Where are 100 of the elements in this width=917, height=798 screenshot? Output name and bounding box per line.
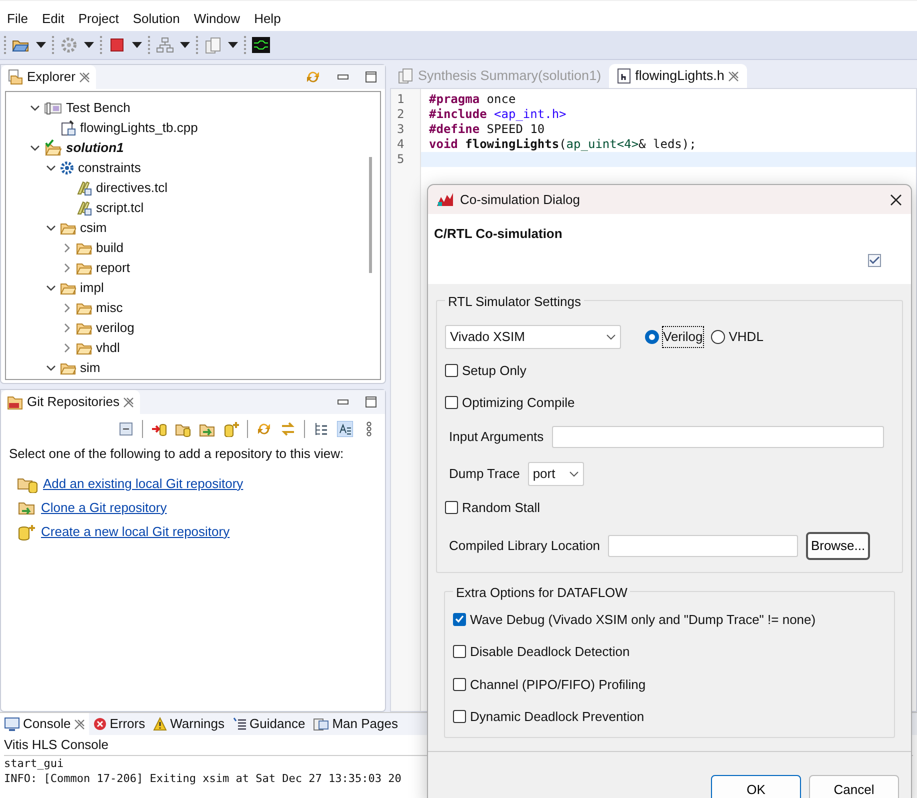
chevron-down-icon[interactable]	[46, 284, 56, 292]
script-file-icon	[76, 200, 92, 216]
tree-item[interactable]: script.tcl	[96, 198, 144, 218]
checkbox[interactable]	[453, 710, 466, 724]
ok-button[interactable]: OK	[711, 774, 801, 798]
menu-item[interactable]: Edit	[42, 11, 64, 26]
text-field[interactable]	[552, 426, 884, 448]
chevron-down-icon[interactable]	[46, 164, 56, 172]
tree-item[interactable]: flowingLights_tb.cpp	[80, 118, 198, 138]
chevron-down-icon[interactable]	[30, 104, 40, 112]
code-file-icon	[60, 120, 76, 136]
chevron-right-icon[interactable]	[62, 323, 70, 333]
tree-item[interactable]: sim	[80, 358, 100, 378]
tree-item[interactable]: vhdl	[96, 338, 120, 358]
line-number: 4	[397, 137, 406, 152]
tree-item[interactable]: report	[96, 258, 130, 278]
chevron-right-icon[interactable]	[62, 303, 70, 313]
menu-item[interactable]: Project	[78, 11, 119, 26]
tree-item[interactable]: csim	[80, 218, 107, 238]
folder-check-icon	[44, 139, 62, 157]
stop-icon[interactable]	[108, 36, 126, 54]
checkbox[interactable]	[445, 396, 458, 409]
checkbox-label: Disable Deadlock Detection	[470, 643, 630, 661]
menu-item[interactable]: Solution	[132, 11, 180, 26]
waveform-icon[interactable]	[252, 37, 270, 53]
checkbox[interactable]	[445, 364, 458, 378]
console-tab[interactable]: Warnings	[149, 713, 229, 735]
maximize-icon[interactable]	[365, 396, 377, 408]
menu-item[interactable]: File	[7, 11, 28, 26]
caret-icon[interactable]	[228, 42, 238, 48]
tree-view-icon[interactable]	[313, 421, 329, 437]
script-file-icon	[76, 180, 92, 196]
tree-item[interactable]: solution1	[66, 138, 124, 158]
checkbox[interactable]	[453, 645, 466, 658]
scrollbar-thumb[interactable]	[369, 157, 372, 273]
tree-item[interactable]: build	[96, 238, 124, 258]
dump-trace-dropdown[interactable]: port	[528, 462, 584, 486]
sync-icon[interactable]	[305, 69, 321, 85]
menu-item[interactable]: Help	[254, 11, 281, 26]
console-line: INFO: [Common 17-206] Exiting xsim at Sat Dec 27 13:35:03 20	[4, 772, 402, 784]
chevron-right-icon[interactable]	[62, 243, 70, 253]
chevron-down-icon[interactable]	[30, 144, 40, 152]
import-icon[interactable]	[151, 421, 167, 437]
console-tab[interactable]: Man Pages	[309, 713, 402, 735]
minimize-icon[interactable]	[337, 73, 349, 81]
app-logo-icon	[436, 192, 454, 208]
path-field[interactable]	[608, 534, 798, 556]
repository-link[interactable]: Create a new local Git repository	[41, 522, 230, 542]
checkbox-label: Dynamic Deadlock Prevention	[470, 708, 644, 726]
repository-link[interactable]: Add an existing local Git repository	[43, 474, 244, 494]
close-icon[interactable]	[889, 192, 903, 206]
chevron-right-icon[interactable]	[62, 263, 70, 273]
radio-button[interactable]	[710, 330, 725, 344]
hierarchy-icon[interactable]	[156, 36, 174, 54]
console-tab[interactable]: Console	[0, 713, 89, 735]
caret-icon[interactable]	[132, 42, 142, 48]
radio-button[interactable]	[645, 330, 659, 344]
console-title: Vitis HLS Console	[4, 736, 110, 754]
console-tab[interactable]: Guidance	[228, 713, 310, 735]
console-line: start_gui	[4, 756, 64, 770]
maximize-icon[interactable]	[365, 71, 377, 83]
database-plus-icon	[17, 522, 37, 540]
code-line: #pragma once	[428, 92, 517, 107]
sync-icon[interactable]	[256, 421, 272, 437]
caret-icon[interactable]	[36, 42, 46, 48]
checkbox[interactable]	[445, 501, 458, 514]
git-folder-icon	[7, 394, 23, 410]
browse-button[interactable]: Browse...	[806, 532, 870, 560]
line-number: 1	[397, 92, 406, 107]
collapse-icon[interactable]	[118, 421, 134, 437]
menu-item[interactable]: Window	[194, 11, 240, 26]
text-view-icon[interactable]	[337, 421, 353, 437]
caret-icon[interactable]	[180, 42, 190, 48]
tree-item[interactable]: Test Bench	[66, 98, 130, 118]
tree-item[interactable]: directives.tcl	[96, 178, 168, 198]
header-checkbox[interactable]	[868, 254, 881, 267]
tree-item[interactable]: impl	[80, 278, 104, 298]
chevron-down-icon[interactable]	[46, 224, 56, 232]
report-icon[interactable]	[204, 36, 222, 54]
checkbox[interactable]	[453, 612, 466, 626]
checkbox-label: Setup Only	[462, 362, 526, 380]
database-plus-icon[interactable]	[223, 421, 239, 437]
caret-icon[interactable]	[84, 42, 94, 48]
repository-link[interactable]: Clone a Git repository	[41, 498, 167, 518]
tree-item[interactable]: verilog	[96, 318, 134, 338]
chevron-down-icon	[568, 471, 579, 477]
minimize-icon[interactable]	[337, 398, 349, 406]
chevron-down-icon[interactable]	[46, 364, 56, 372]
tree-item[interactable]: misc	[96, 298, 123, 318]
test-bench-icon	[44, 101, 62, 115]
editor-tab[interactable]: flowingLights.h	[609, 64, 748, 88]
code-line: #define SPEED 10	[428, 122, 546, 137]
field-label: Input Arguments	[449, 428, 544, 446]
instruction-text: Select one of the following to add a repository to this view:	[9, 445, 345, 463]
console-tab[interactable]: Errors	[88, 713, 150, 735]
chevron-right-icon[interactable]	[62, 343, 70, 353]
checkbox[interactable]	[453, 678, 466, 691]
cancel-button[interactable]: Cancel	[809, 774, 899, 798]
simulator-dropdown[interactable]: Vivado XSIM	[445, 325, 621, 349]
tree-item[interactable]: constraints	[78, 158, 141, 178]
